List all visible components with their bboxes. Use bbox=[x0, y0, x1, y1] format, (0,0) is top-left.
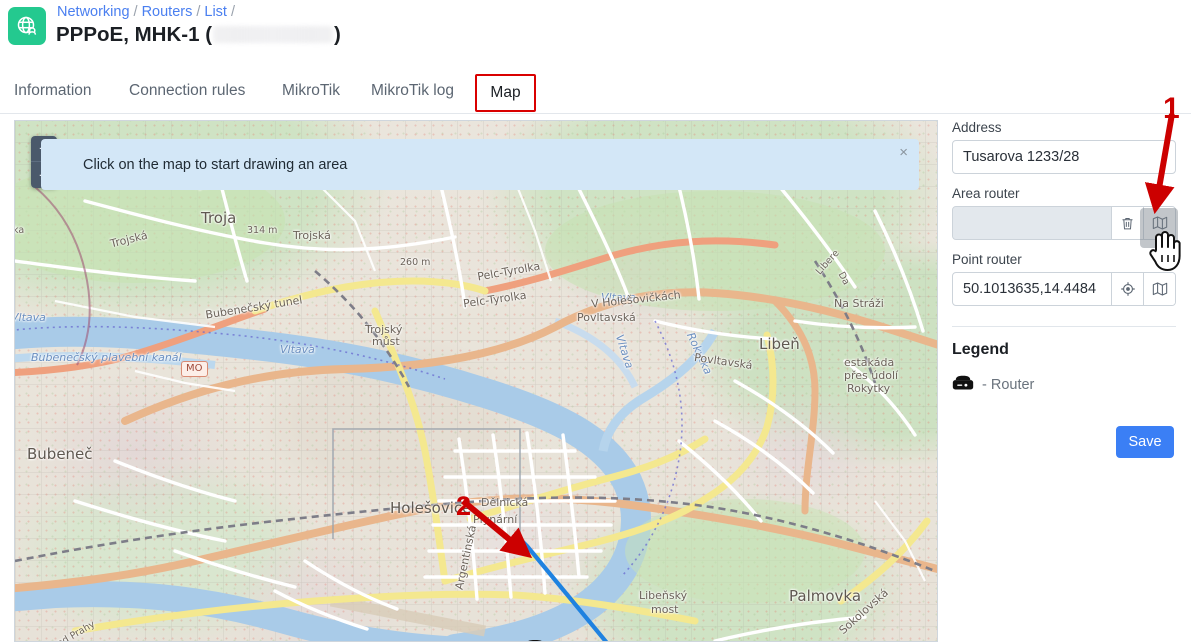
router-icon bbox=[952, 375, 974, 395]
tab-bar: Information Connection rules MikroTik Mi… bbox=[0, 68, 1191, 114]
area-router-label: Area router bbox=[952, 186, 1020, 201]
point-router-input-group bbox=[952, 272, 1176, 306]
delete-area-button[interactable] bbox=[1111, 207, 1143, 239]
point-router-field-group: Point router bbox=[952, 252, 1178, 306]
page-body: Troja Troja Trojská Trojská Bubenečský t… bbox=[0, 114, 1191, 642]
legend-item-router: - Router bbox=[952, 375, 1178, 395]
address-label: Address bbox=[952, 120, 1002, 135]
locate-point-button[interactable] bbox=[1111, 273, 1143, 305]
breadcrumb-item-networking[interactable]: Networking bbox=[57, 4, 130, 20]
globe-network-icon bbox=[8, 7, 46, 45]
banner-close-icon[interactable]: × bbox=[899, 145, 908, 160]
banner-text: Click on the map to start drawing an are… bbox=[83, 156, 348, 173]
tab-information[interactable]: Information bbox=[14, 68, 92, 114]
breadcrumb-item-routers[interactable]: Routers bbox=[142, 4, 193, 20]
map-shield-mo: MO bbox=[181, 361, 208, 377]
redacted-title-value bbox=[213, 26, 334, 43]
breadcrumb-separator: / bbox=[230, 4, 235, 20]
map-vector-layer bbox=[15, 159, 937, 641]
breadcrumb-separator: / bbox=[196, 4, 201, 20]
map-instruction-banner: Click on the map to start drawing an are… bbox=[41, 139, 919, 190]
map-container[interactable]: Troja Troja Trojská Trojská Bubenečský t… bbox=[14, 120, 938, 642]
breadcrumb-separator: / bbox=[133, 4, 138, 20]
breadcrumb: Networking / Routers / List / bbox=[57, 3, 239, 21]
draw-area-button-focus-halo bbox=[1140, 208, 1178, 248]
page-title: PPPoE, MHK-1 () bbox=[56, 22, 341, 48]
router-marker-icon[interactable] bbox=[520, 639, 550, 641]
breadcrumb-item-list[interactable]: List bbox=[204, 4, 227, 20]
tab-map[interactable]: Map bbox=[475, 74, 536, 112]
address-input[interactable] bbox=[952, 140, 1176, 174]
map-settings-panel: Address Area router bbox=[952, 120, 1178, 458]
sidebar-divider bbox=[952, 326, 1176, 327]
pick-point-on-map-button[interactable] bbox=[1143, 273, 1175, 305]
address-field-group: Address bbox=[952, 120, 1178, 174]
router-map-page: Networking / Routers / List / PPPoE, MHK-1 ()… bbox=[0, 0, 1191, 642]
page-header: Networking / Routers / List / PPPoE, MHK-1 () bbox=[0, 0, 1191, 68]
point-router-label: Point router bbox=[952, 252, 1022, 267]
save-button[interactable]: Save bbox=[1116, 426, 1174, 458]
point-router-input[interactable] bbox=[953, 273, 1111, 305]
tab-mikrotik-log[interactable]: MikroTik log bbox=[371, 68, 454, 114]
page-title-suffix: ) bbox=[334, 23, 341, 46]
page-title-prefix: PPPoE, MHK-1 ( bbox=[56, 23, 213, 46]
legend-item-label: - Router bbox=[982, 377, 1035, 393]
area-router-input[interactable] bbox=[953, 207, 1111, 239]
legend-title: Legend bbox=[952, 341, 1009, 358]
map-canvas[interactable]: Troja Troja Trojská Trojská Bubenečský t… bbox=[15, 121, 937, 641]
tab-mikrotik[interactable]: MikroTik bbox=[282, 68, 340, 114]
tab-connection-rules[interactable]: Connection rules bbox=[129, 68, 245, 114]
